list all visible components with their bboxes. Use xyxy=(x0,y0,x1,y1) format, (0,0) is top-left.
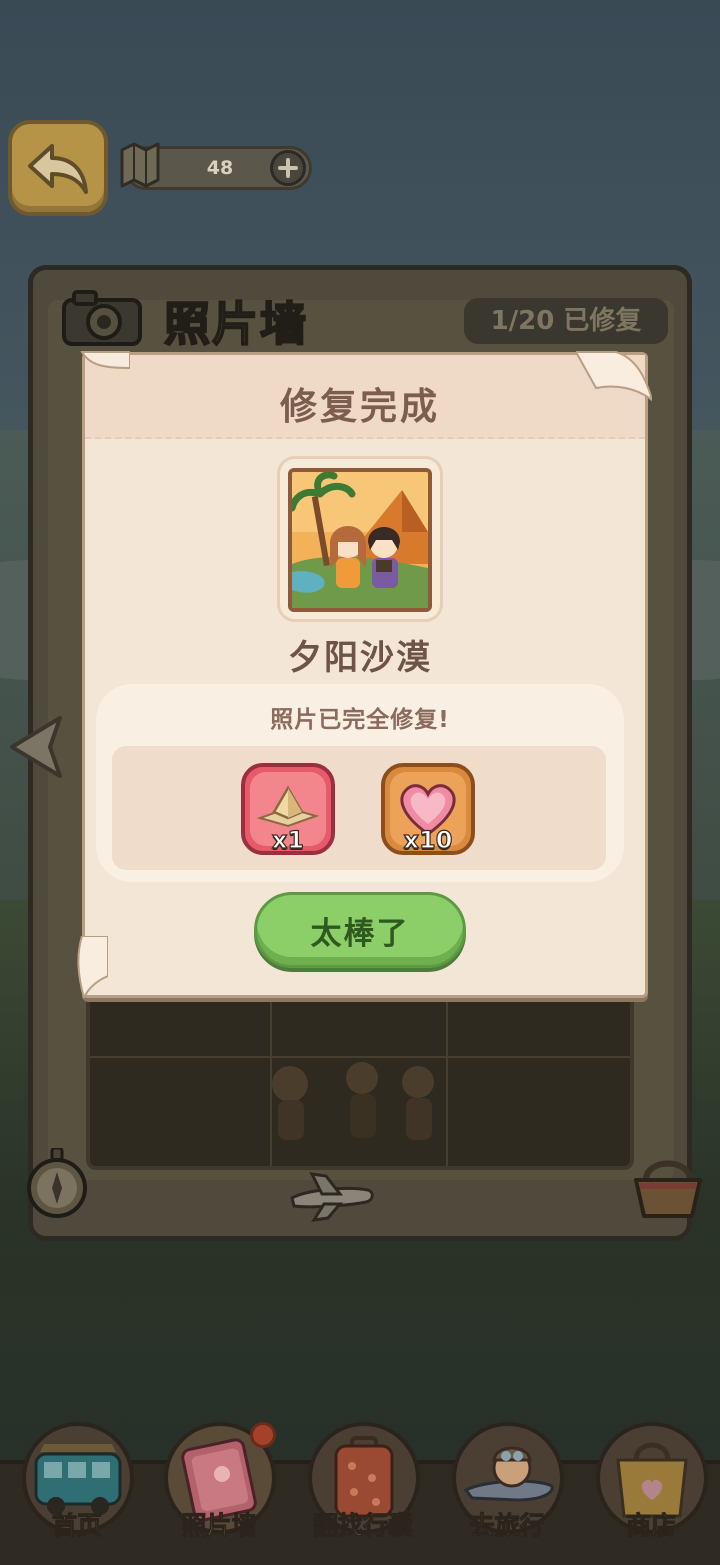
nav-item-photo-wall[interactable]: 照片墙 xyxy=(156,1418,282,1558)
notification-badge xyxy=(250,1422,276,1448)
nav-label: 商店 xyxy=(625,1511,676,1541)
plus-icon xyxy=(278,158,298,178)
reward-item-heart: x10 xyxy=(380,762,476,856)
picnic-basket-icon xyxy=(634,1160,702,1218)
confirm-button[interactable]: 太棒了 xyxy=(254,892,466,968)
reward-tray xyxy=(112,746,606,870)
back-arrow-icon xyxy=(28,144,88,194)
reward-count: x1 xyxy=(271,825,305,854)
paper-curl xyxy=(77,936,108,998)
photo-name: 夕阳沙漠 xyxy=(288,638,432,678)
reward-count: x10 xyxy=(403,825,453,854)
dialog-title: 修复完成 xyxy=(280,385,440,428)
puzzle-area xyxy=(86,970,634,1170)
nav-item-go-travel[interactable]: 去旅行 xyxy=(444,1418,570,1558)
nav-item-shop[interactable]: 商店 xyxy=(588,1418,714,1558)
sunset-desert-photo xyxy=(292,472,428,608)
previous-arrow-icon[interactable] xyxy=(6,712,68,782)
reward-subtitle: 照片已完全修复! xyxy=(270,707,450,733)
add-map-button[interactable] xyxy=(270,150,306,186)
nav-label: 翻找行囊 xyxy=(312,1511,413,1541)
compass-icon xyxy=(27,1148,87,1218)
nav-label: 首页 xyxy=(51,1511,102,1541)
reward-item-pyramid: x1 xyxy=(240,762,336,856)
back-button[interactable] xyxy=(8,120,108,216)
nav-label: 照片墙 xyxy=(181,1511,257,1541)
nav-item-rummage-bag[interactable]: 翻找行囊 xyxy=(300,1418,426,1558)
nav-label: 去旅行 xyxy=(469,1511,545,1541)
puzzle-characters xyxy=(272,1062,434,1140)
photo-thumbnail xyxy=(288,468,432,612)
map-count: 48 xyxy=(206,157,234,179)
map-icon xyxy=(120,142,160,188)
airplane-icon xyxy=(290,1172,374,1222)
repair-complete-dialog: 修复完成 夕阳沙漠 照片已完全修复! x1 x10 太棒了 xyxy=(70,338,652,998)
nav-item-home[interactable]: 首页 xyxy=(14,1418,140,1558)
